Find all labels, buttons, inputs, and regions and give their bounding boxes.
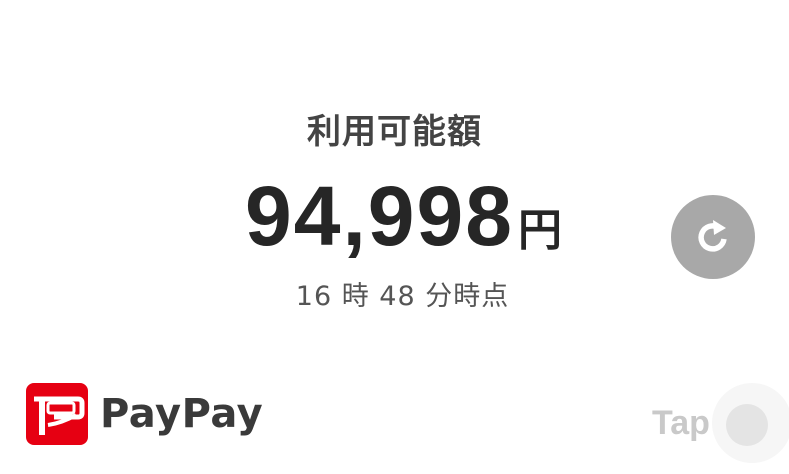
paypay-logo-icon: [26, 383, 88, 445]
balance-display: 94,998円: [0, 168, 789, 265]
refresh-icon: [698, 220, 727, 252]
tap-button[interactable]: Tap: [652, 383, 789, 474]
balance-amount: 94,998: [245, 169, 514, 263]
balance-currency-unit: 円: [517, 205, 562, 256]
tap-label: Tap: [652, 404, 710, 442]
tap-indicator-dot: [726, 404, 768, 446]
paypay-wordmark: PayPay: [100, 391, 264, 437]
balance-timestamp: 16 時 48 分時点: [295, 281, 510, 312]
paypay-logo: PayPay: [26, 383, 263, 445]
available-balance-label: 利用可能額: [307, 112, 482, 152]
refresh-button[interactable]: [671, 195, 755, 279]
